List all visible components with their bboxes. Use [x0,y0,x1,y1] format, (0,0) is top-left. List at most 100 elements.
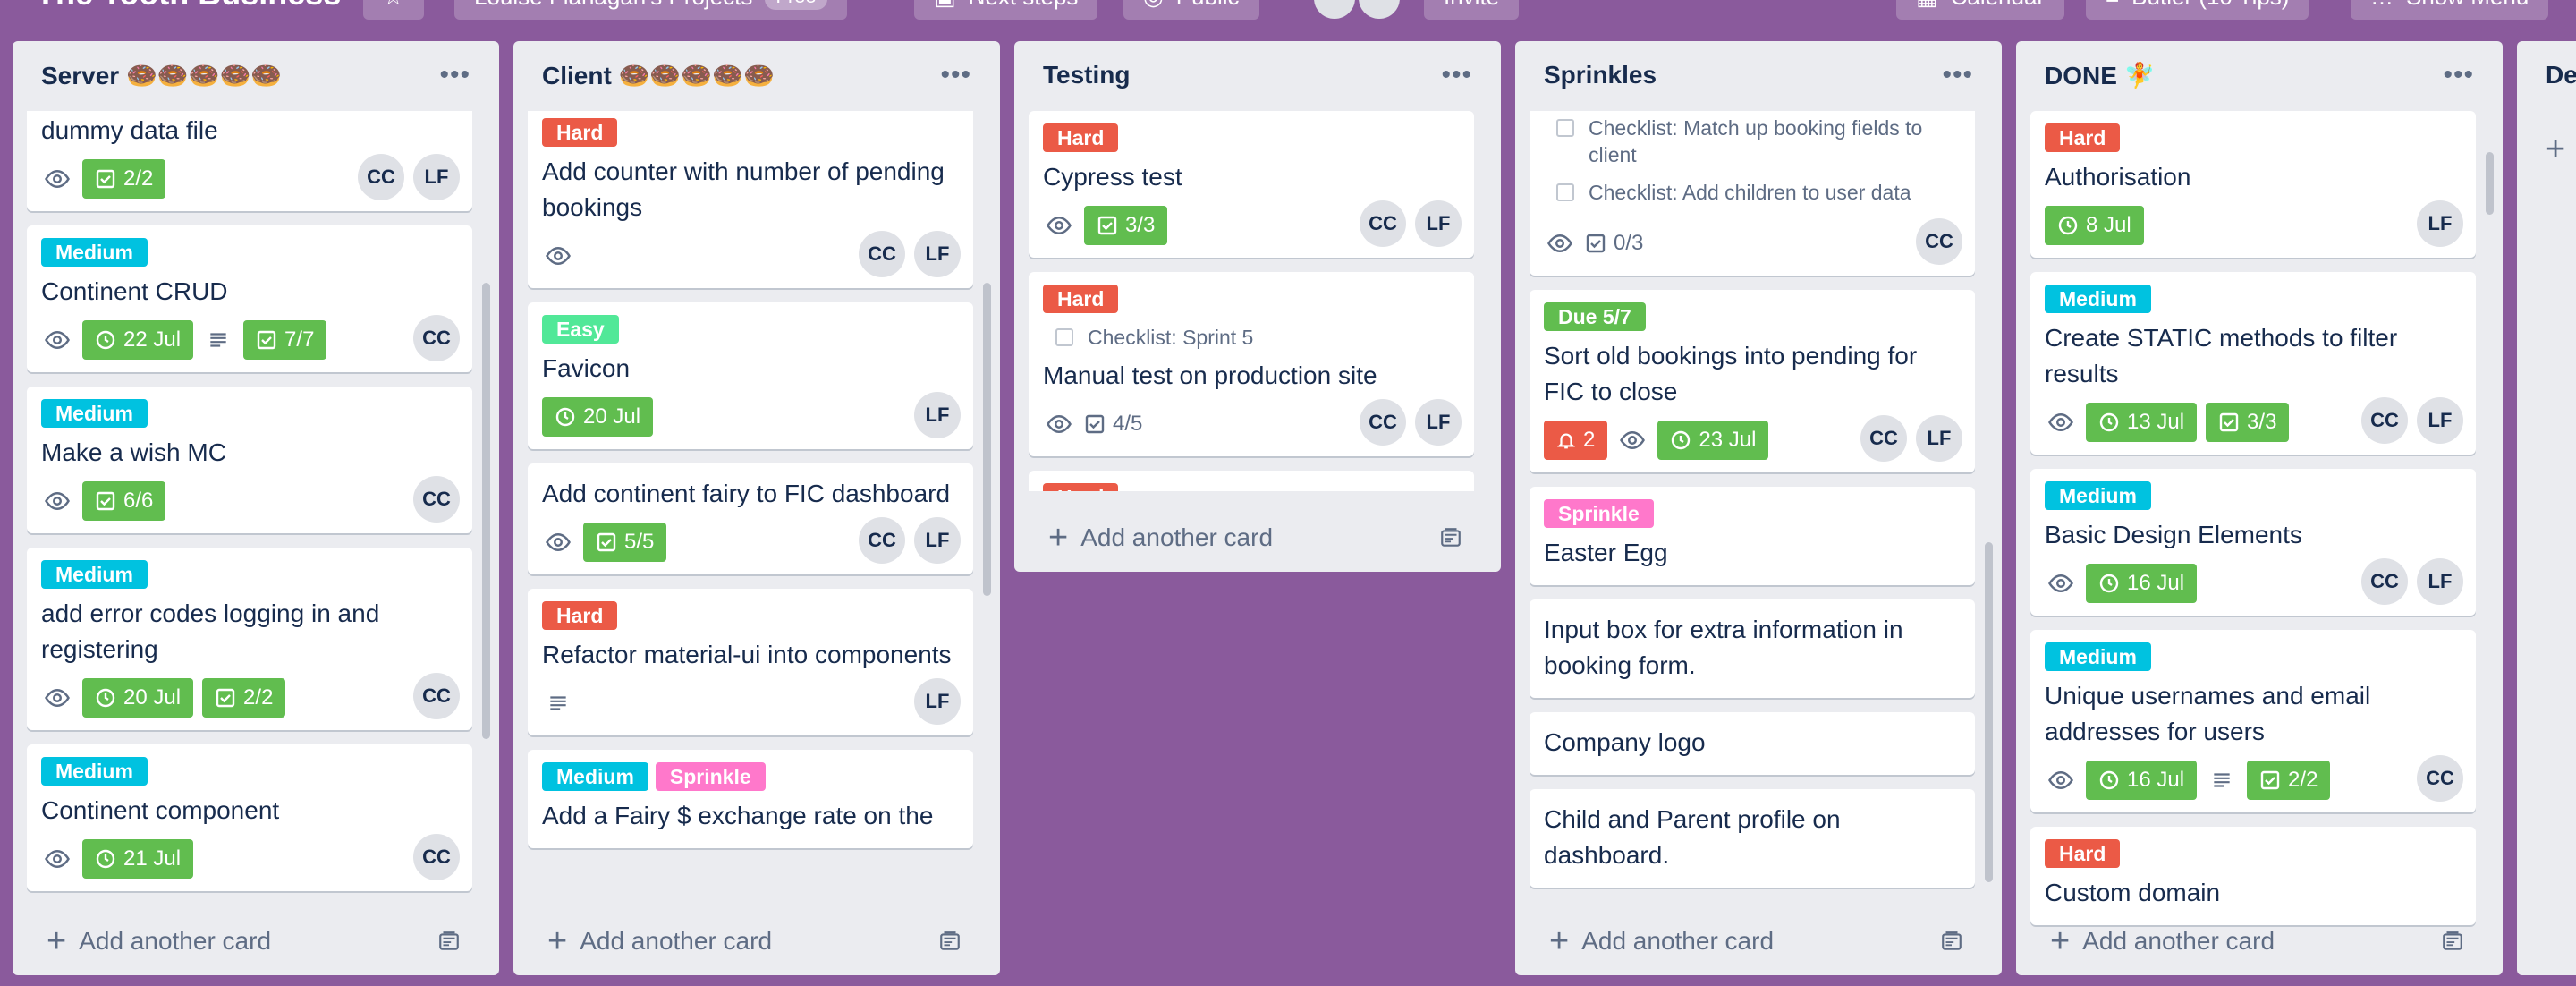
card-template-icon[interactable] [2436,925,2469,957]
member-avatar[interactable]: CC [358,154,404,200]
list-header[interactable]: DONE 🧚 ••• [2016,41,2503,109]
card[interactable]: Medium Sprinkle Add a Fairy $ exchange rat… [528,750,973,848]
card-label[interactable]: Hard [542,601,618,630]
list-title[interactable]: De [2546,61,2576,89]
member-avatar[interactable]: LF [914,678,961,725]
add-card-button[interactable]: + Add another card [2030,918,2488,965]
member-avatar[interactable]: LF [1415,399,1462,446]
list-title[interactable]: Client 🍩🍩🍩🍩🍩 [542,61,775,90]
card-label[interactable]: Easy [542,315,619,344]
member-avatar[interactable]: LF [2417,397,2463,444]
checkbox-icon[interactable] [1055,328,1073,346]
list-header[interactable]: Server 🍩🍩🍩🍩🍩 ••• [13,41,499,109]
list-scrollbar[interactable] [2486,152,2494,215]
member-avatar[interactable]: CC [859,517,905,564]
card[interactable]: Hard Refactor material-ui into components… [528,589,973,735]
card[interactable]: Child and Parent profile on dashboard. [1530,789,1975,888]
due-date-badge[interactable]: 20 Jul [82,678,194,718]
member-avatar[interactable]: LF [914,392,961,438]
card-label[interactable]: Medium [41,238,148,267]
list-menu-icon[interactable]: ••• [940,60,971,90]
member-avatar[interactable]: LF [914,231,961,277]
card[interactable]: Hard Cypress test 3/3 CC LF [1029,111,1474,258]
card[interactable]: Hard Checklist: Sprint 5 Manual test on pr… [1029,272,1474,456]
due-date-badge[interactable]: 16 Jul [2086,564,2198,603]
card[interactable]: TDD - write mocha tests using dummy data… [27,111,472,211]
card-template-icon[interactable] [1936,925,1968,957]
member-avatar[interactable]: CC [2417,755,2463,802]
list-title[interactable]: Testing [1043,61,1130,89]
list-header[interactable]: Client 🍩🍩🍩🍩🍩 ••• [513,41,1000,109]
card[interactable]: HardTest new FIC flow2/2CCLF [1029,471,1474,491]
card-label[interactable]: Medium [41,399,148,428]
board-title[interactable]: The Tooth Business [36,0,341,13]
card-label[interactable]: Hard [1043,285,1119,313]
card[interactable]: Input box for extra information in booki… [1530,599,1975,698]
member-avatar[interactable]: CC [1916,218,1962,265]
card[interactable]: Hard Custom domain [2030,827,2476,925]
card-label[interactable]: Hard [2045,123,2121,152]
list-scrollbar[interactable] [482,283,490,739]
member-avatar[interactable]: CC [413,476,460,523]
card[interactable]: Hard Authorisation 8 Jul LF [2030,111,2476,258]
card-label[interactable]: Medium [41,560,148,589]
card[interactable]: Sprinkle Easter Egg [1530,487,1975,585]
card-label[interactable]: Hard [2045,839,2121,868]
add-card-icon[interactable]: + [2546,131,2565,169]
card[interactable]: Add continent fairy to FIC dashboard 5/5 C… [528,463,973,574]
add-card-button[interactable]: + Add another card [1530,918,1987,965]
add-card-button[interactable]: + Add another card [528,918,986,965]
checklist-item[interactable]: Checklist: Match up booking fields to cl… [1544,111,1961,175]
member-avatar[interactable]: CC [1360,399,1406,446]
add-card-button[interactable]: + Add another card [27,918,485,965]
star-button[interactable]: ☆ [363,0,424,20]
card[interactable]: Company logo [1530,712,1975,775]
due-date-badge[interactable]: 22 Jul [82,320,194,360]
card-template-icon[interactable] [934,925,966,957]
list-title[interactable]: DONE 🧚 [2045,61,2156,90]
card-template-icon[interactable] [1435,522,1467,554]
due-date-badge[interactable]: 20 Jul [542,397,654,437]
card-label[interactable]: Hard [1043,123,1119,152]
due-date-badge[interactable]: 8 Jul [2045,206,2144,245]
due-date-badge[interactable]: 23 Jul [1657,421,1769,460]
member-avatar[interactable]: CC [2361,558,2408,605]
member-avatar[interactable]: CC [413,834,460,880]
card-label[interactable]: Medium [2045,481,2151,510]
show-menu-button[interactable]: …Show Menu [2351,0,2549,20]
card-template-icon[interactable] [433,925,465,957]
card-label[interactable]: Hard [542,118,618,147]
add-card-button[interactable]: + Add another card [1029,514,1487,561]
list-scrollbar[interactable] [1985,542,1993,882]
list-header[interactable]: De [2517,41,2576,109]
card-label[interactable]: Sprinkle [1544,499,1654,528]
card-label[interactable]: Due 5/7 [1544,302,1646,331]
invite-button[interactable]: Invite [1424,0,1520,20]
next-steps-button[interactable]: ▣Next steps [914,0,1098,20]
member-avatar[interactable]: CC [1360,200,1406,247]
checkbox-icon[interactable] [1556,183,1574,201]
card-label[interactable]: Hard [1043,483,1119,491]
member-avatar[interactable] [1356,0,1402,20]
card-label[interactable]: Sprinkle [655,762,766,791]
list-menu-icon[interactable]: ••• [1441,60,1472,90]
member-avatar[interactable]: LF [413,154,460,200]
member-avatar[interactable]: CC [413,315,460,361]
list-menu-icon[interactable]: ••• [2443,60,2474,90]
member-avatar[interactable]: LF [2417,200,2463,247]
calendar-button[interactable]: ▦Calendar [1896,0,2065,20]
checkbox-icon[interactable] [1556,119,1574,137]
member-avatar[interactable]: CC [2361,397,2408,444]
butler-button[interactable]: ≡Butler (10 Tips) [2086,0,2309,20]
checklist-item[interactable]: Checklist: Sprint 5 [1043,320,1460,358]
card[interactable]: Easy Favicon 20 Jul LF [528,302,973,449]
member-avatar[interactable]: LF [2417,558,2463,605]
card-label[interactable]: Medium [41,757,148,786]
list-scrollbar[interactable] [983,283,991,596]
member-avatar[interactable] [1311,0,1358,20]
card[interactable]: Medium add error codes logging in and reg… [27,548,472,730]
card[interactable]: Medium Create STATIC methods to filter re… [2030,272,2476,455]
list-title[interactable]: Sprinkles [1544,61,1657,89]
card[interactable]: Medium Unique usernames and email address… [2030,630,2476,812]
visibility-button[interactable]: ◎Public [1123,0,1259,20]
